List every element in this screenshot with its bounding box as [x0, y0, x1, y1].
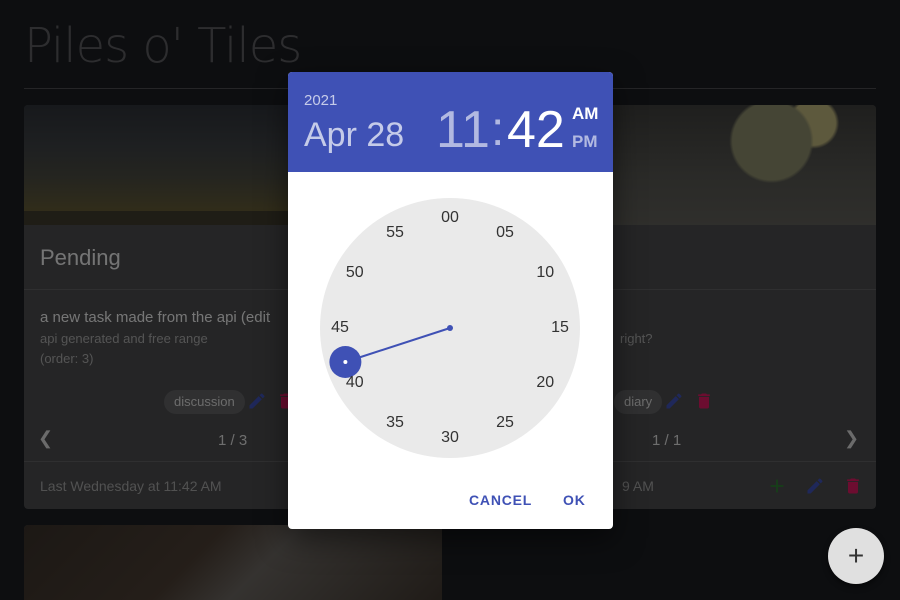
- dial-label-40[interactable]: 40: [340, 373, 370, 393]
- am-toggle[interactable]: AM: [572, 104, 598, 124]
- time-picker-dialog: 2021 Apr 28 11 : 42 AM PM 00 05 10 15 20 25 30…: [288, 72, 613, 529]
- pm-toggle[interactable]: PM: [572, 132, 598, 152]
- dial-label-15[interactable]: 15: [545, 318, 575, 338]
- picker-hour[interactable]: 11: [436, 100, 490, 160]
- add-fab-button[interactable]: +: [828, 528, 884, 584]
- picker-colon: :: [491, 103, 505, 156]
- picker-year[interactable]: 2021: [304, 92, 337, 109]
- dial-label-25[interactable]: 25: [490, 413, 520, 433]
- dial-label-45[interactable]: 45: [325, 318, 355, 338]
- picker-minute[interactable]: 42: [507, 100, 565, 160]
- minute-dial[interactable]: 00 05 10 15 20 25 30 35 40 45 50 55: [320, 198, 580, 458]
- clock-center-dot: [447, 325, 453, 331]
- plus-icon: +: [847, 540, 865, 571]
- dial-label-10[interactable]: 10: [530, 263, 560, 283]
- picker-date[interactable]: Apr 28: [304, 116, 404, 155]
- ok-button[interactable]: OK: [563, 492, 586, 508]
- cancel-button[interactable]: CANCEL: [469, 492, 532, 508]
- clock-hand-knob-dot: [343, 359, 348, 364]
- clock-hand-layer: [329, 325, 453, 378]
- dial-label-35[interactable]: 35: [380, 413, 410, 433]
- dial-label-55[interactable]: 55: [380, 223, 410, 243]
- dial-label-50[interactable]: 50: [340, 263, 370, 283]
- clock-hand: [345, 327, 451, 363]
- picker-header: 2021 Apr 28 11 : 42 AM PM: [288, 72, 613, 172]
- dial-label-20[interactable]: 20: [530, 373, 560, 393]
- dial-label-05[interactable]: 05: [490, 223, 520, 243]
- dial-label-00[interactable]: 00: [435, 208, 465, 228]
- dial-label-30[interactable]: 30: [435, 428, 465, 448]
